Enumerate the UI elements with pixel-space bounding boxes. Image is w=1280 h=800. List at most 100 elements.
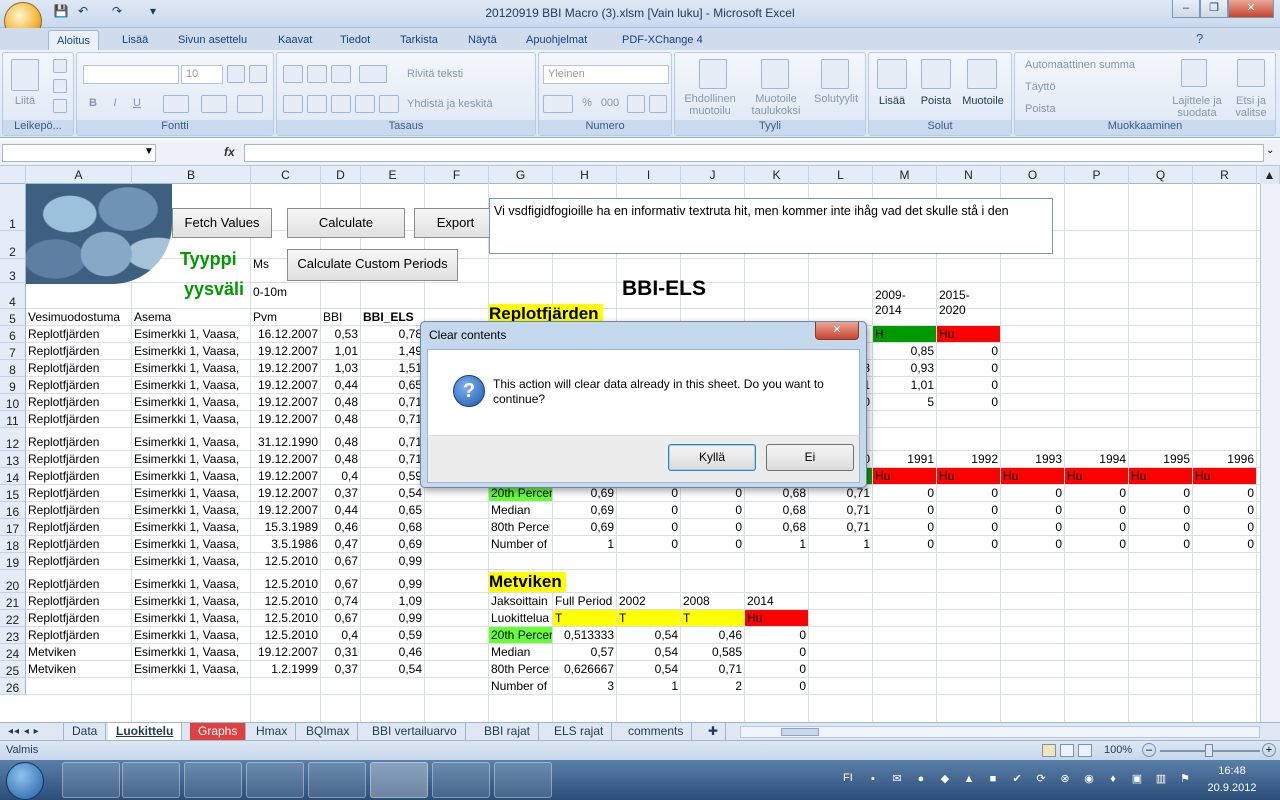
row-header[interactable]: 6 bbox=[0, 326, 26, 343]
name-box-dropdown-icon[interactable]: ▼ bbox=[144, 146, 154, 157]
close-button[interactable]: ✕ bbox=[1228, 0, 1274, 18]
tray-icon[interactable]: ■ bbox=[986, 772, 1000, 786]
calculator-icon[interactable] bbox=[494, 762, 552, 798]
tray-icon[interactable]: ✔ bbox=[1010, 772, 1024, 786]
formula-input[interactable] bbox=[244, 144, 1264, 162]
tab-kaavat[interactable]: Kaavat bbox=[270, 30, 320, 50]
tray-icon[interactable]: ▥ bbox=[1154, 772, 1168, 786]
sheet-tab-bbi-vertailuarvo[interactable]: BBI vertailuarvo bbox=[364, 723, 466, 740]
tab-sivun-asettelu[interactable]: Sivun asettelu bbox=[170, 30, 255, 50]
increase-indent-icon[interactable] bbox=[379, 95, 399, 113]
borders-icon[interactable] bbox=[163, 95, 189, 113]
row-header[interactable]: 23 bbox=[0, 627, 26, 644]
sort-filter-icon[interactable] bbox=[1181, 59, 1207, 87]
clear-button[interactable]: Poista bbox=[1025, 103, 1105, 115]
minimize-button[interactable]: – bbox=[1172, 0, 1200, 18]
number-format-dropdown[interactable]: Yleinen bbox=[543, 65, 669, 84]
row-header[interactable]: 26 bbox=[0, 678, 26, 695]
autosum-button[interactable]: Automaattinen summa bbox=[1025, 59, 1175, 71]
column-header[interactable]: K bbox=[745, 166, 809, 184]
font-name-dropdown[interactable] bbox=[83, 65, 179, 84]
tray-icon[interactable]: ♦ bbox=[1106, 772, 1120, 786]
column-header[interactable]: N bbox=[937, 166, 1001, 184]
align-bottom-icon[interactable] bbox=[331, 65, 351, 83]
column-header[interactable]: A bbox=[26, 166, 132, 184]
percent-button[interactable]: % bbox=[579, 97, 595, 109]
row-header[interactable]: 14 bbox=[0, 468, 26, 485]
column-header[interactable]: F bbox=[425, 166, 489, 184]
tab-aloitus[interactable]: Aloitus bbox=[48, 30, 100, 50]
help-icon[interactable]: ? bbox=[1196, 31, 1203, 46]
align-top-icon[interactable] bbox=[283, 65, 303, 83]
tray-icon[interactable]: ▲ bbox=[962, 772, 976, 786]
column-header[interactable]: J bbox=[681, 166, 745, 184]
column-header[interactable]: E bbox=[361, 166, 425, 184]
scroll-up-icon[interactable]: ▲ bbox=[1260, 166, 1280, 184]
align-right-icon[interactable] bbox=[331, 95, 351, 113]
sheet-tab-bqimax[interactable]: BQImax bbox=[298, 723, 359, 740]
paste-button[interactable]: Liitä bbox=[7, 95, 43, 107]
column-header[interactable]: Q bbox=[1129, 166, 1193, 184]
zoom-level[interactable]: 100% bbox=[1104, 744, 1132, 756]
internet-explorer-icon[interactable] bbox=[62, 762, 120, 798]
cell-styles-button[interactable]: Solutyylit bbox=[809, 93, 863, 105]
save-icon[interactable]: 💾 bbox=[52, 4, 70, 22]
row-header[interactable]: 17 bbox=[0, 519, 26, 536]
flag-icon[interactable]: ⚑ bbox=[1178, 772, 1192, 786]
tray-icon[interactable]: ▣ bbox=[1130, 772, 1144, 786]
column-header[interactable]: D bbox=[321, 166, 361, 184]
column-header[interactable]: C bbox=[251, 166, 321, 184]
italic-button[interactable]: I bbox=[107, 97, 123, 109]
row-header[interactable]: 13 bbox=[0, 451, 26, 468]
underline-button[interactable]: U bbox=[129, 97, 145, 109]
excel-icon[interactable] bbox=[370, 762, 428, 798]
customize-qat-icon[interactable]: ▾ bbox=[144, 4, 162, 22]
row-header[interactable]: 7 bbox=[0, 343, 26, 360]
align-center-icon[interactable] bbox=[307, 95, 327, 113]
no-button[interactable]: Ei bbox=[766, 444, 854, 471]
scrollbar-thumb[interactable] bbox=[781, 728, 819, 736]
copy-icon[interactable] bbox=[53, 79, 67, 93]
align-middle-icon[interactable] bbox=[307, 65, 327, 83]
format-table-icon[interactable] bbox=[761, 59, 789, 89]
undo-icon[interactable]: ↶ bbox=[74, 4, 92, 22]
export-button[interactable]: Export bbox=[414, 208, 497, 238]
tab-pdf-xchange[interactable]: PDF-XChange 4 bbox=[614, 30, 711, 50]
tray-icon[interactable]: ⟳ bbox=[1034, 772, 1048, 786]
column-header[interactable]: R bbox=[1193, 166, 1257, 184]
row-header[interactable]: 15 bbox=[0, 485, 26, 502]
tray-icon[interactable]: ◉ bbox=[1082, 772, 1096, 786]
name-box[interactable] bbox=[2, 144, 156, 162]
column-header[interactable]: O bbox=[1001, 166, 1065, 184]
tray-icon[interactable]: ● bbox=[914, 772, 928, 786]
row-header[interactable]: 9 bbox=[0, 377, 26, 394]
row-header[interactable]: 1 bbox=[0, 184, 26, 231]
sheet-tab-graphs[interactable]: Graphs bbox=[190, 723, 247, 740]
dialog-close-button[interactable]: ✕ bbox=[815, 322, 859, 340]
row-header[interactable]: 10 bbox=[0, 394, 26, 411]
insert-cells-button[interactable]: Lisää bbox=[871, 95, 913, 107]
word-icon[interactable] bbox=[308, 762, 366, 798]
horizontal-scrollbar[interactable] bbox=[740, 726, 1260, 738]
format-cells-icon[interactable] bbox=[967, 59, 997, 89]
format-table-button[interactable]: Muotoile taulukoksi bbox=[743, 93, 809, 117]
start-button[interactable] bbox=[6, 762, 44, 800]
select-all[interactable] bbox=[0, 166, 26, 184]
file-explorer-icon[interactable] bbox=[184, 762, 242, 798]
delete-cells-icon[interactable] bbox=[921, 59, 951, 89]
row-header[interactable]: 2 bbox=[0, 231, 26, 259]
paste-icon[interactable] bbox=[11, 59, 39, 91]
row-header[interactable]: 3 bbox=[0, 259, 26, 283]
format-painter-icon[interactable] bbox=[53, 99, 67, 113]
yes-button[interactable]: Kyllä bbox=[668, 444, 756, 471]
increase-decimal-icon[interactable] bbox=[627, 95, 645, 113]
pdf-icon[interactable] bbox=[432, 762, 490, 798]
sheet-tab-comments[interactable]: comments bbox=[620, 723, 693, 740]
insert-function-button[interactable]: fx bbox=[224, 145, 235, 159]
format-cells-button[interactable]: Muotoile bbox=[957, 95, 1009, 107]
row-header[interactable]: 24 bbox=[0, 644, 26, 661]
row-header[interactable]: 21 bbox=[0, 593, 26, 610]
calculate-button[interactable]: Calculate bbox=[287, 208, 405, 238]
clock-date[interactable]: 20.9.2012 bbox=[1200, 782, 1264, 794]
column-header[interactable]: G bbox=[489, 166, 553, 184]
